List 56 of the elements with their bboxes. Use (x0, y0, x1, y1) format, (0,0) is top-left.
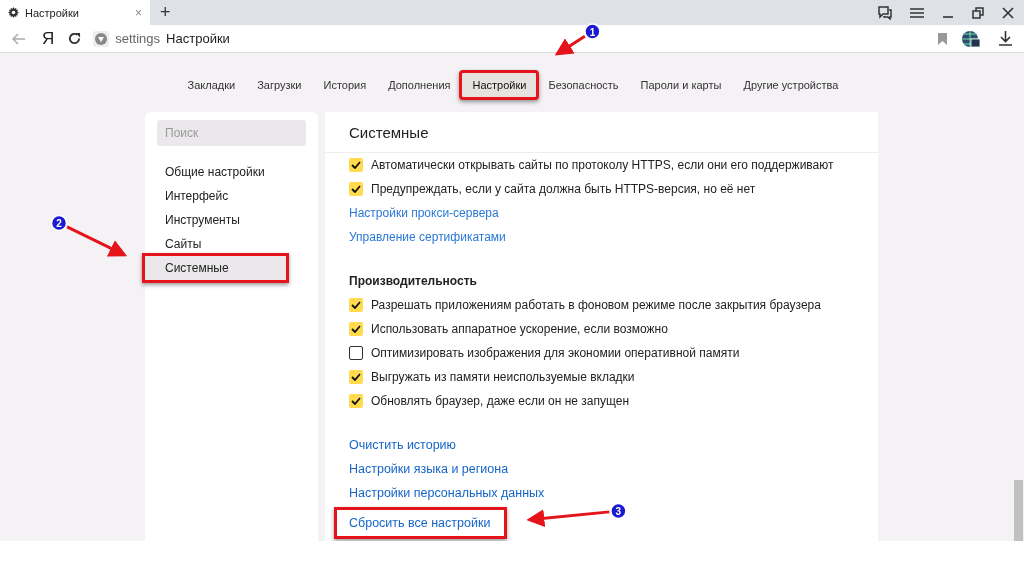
settings-link[interactable]: Очистить историю (349, 433, 456, 457)
annotation-arrow (66, 225, 128, 257)
scrollbar-thumb[interactable] (1013, 480, 1023, 541)
sidebar-item[interactable]: Системные (142, 253, 289, 283)
nav-tab[interactable]: Пароли и карты (630, 72, 732, 97)
settings-link[interactable]: Настройки прокси-сервера (349, 201, 499, 225)
settings-link[interactable]: Сбросить все настройки (334, 507, 508, 539)
chat-icon[interactable] (878, 5, 892, 20)
settings-link[interactable]: Настройки языка и региона (349, 457, 509, 481)
sidebar-item[interactable]: Интерфейс (145, 184, 318, 208)
option-label: Обновлять браузер, даже если он не запущен (371, 394, 630, 408)
checkbox[interactable] (349, 322, 363, 336)
option-label: Разрешать приложениям работать в фоновом режиме после закрытия браузера (371, 298, 821, 312)
nav-tab[interactable]: Загрузки (247, 72, 312, 97)
menu-icon[interactable] (910, 7, 924, 18)
nav-tab[interactable]: Закладки (177, 72, 246, 97)
new-tab-button[interactable]: + (150, 0, 181, 25)
checkbox[interactable] (349, 158, 363, 172)
option-label: Предупреждать, если у сайта должна быть HTTPS-версия, но её нет (371, 182, 756, 196)
bookmark-icon[interactable] (938, 32, 947, 45)
sidebar-item[interactable]: Сайты (145, 232, 318, 256)
nav-tab[interactable]: История (313, 72, 377, 97)
annotation-arrow (554, 35, 586, 56)
settings-link[interactable]: Настройки персональных данных (349, 481, 545, 505)
checkbox[interactable] (349, 346, 363, 360)
section-title: Системные (325, 112, 878, 153)
shield-icon (95, 32, 108, 45)
checkbox[interactable] (349, 394, 363, 408)
restore-icon[interactable] (972, 6, 984, 19)
reload-icon[interactable] (68, 32, 82, 45)
settings-link[interactable]: Управление сертификатами (349, 225, 506, 249)
nav-tab[interactable]: Настройки (459, 69, 540, 100)
browser-tab[interactable]: Настройки × (0, 0, 150, 25)
close-tab-button[interactable]: × (135, 5, 142, 20)
nav-tab[interactable]: Другие устройства (733, 72, 849, 97)
checkbox[interactable] (349, 370, 363, 384)
option-label: Выгружать из памяти неиспользуемые вкладки (371, 370, 635, 384)
nav-tab[interactable]: Дополнения (378, 72, 461, 97)
sidebar-item[interactable]: Инструменты (145, 208, 318, 232)
checkbox[interactable] (349, 182, 363, 196)
option-label: Автоматически открывать сайты по протоколу HTTPS, если они его поддерживают (371, 158, 834, 172)
option-label: Использовать аппаратное ускорение, если возможно (371, 322, 668, 336)
search-field[interactable]: Поиск (157, 120, 306, 146)
nav-tab[interactable]: Безопасность (538, 72, 629, 97)
group-title: Производительность (349, 273, 478, 290)
gear-icon (8, 7, 19, 18)
address-title: Настройки (166, 31, 230, 46)
close-icon[interactable] (1002, 6, 1014, 19)
checkbox[interactable] (349, 298, 363, 312)
globe-icon[interactable] (961, 29, 981, 48)
sidebar-item[interactable]: Общие настройки (145, 160, 318, 184)
yandex-button[interactable]: Я (42, 28, 55, 49)
tab-title: Настройки (25, 6, 80, 19)
option-label: Оптимизировать изображения для экономии оперативной памяти (371, 346, 740, 360)
download-icon[interactable] (999, 31, 1012, 46)
address-host: settings (115, 31, 161, 46)
